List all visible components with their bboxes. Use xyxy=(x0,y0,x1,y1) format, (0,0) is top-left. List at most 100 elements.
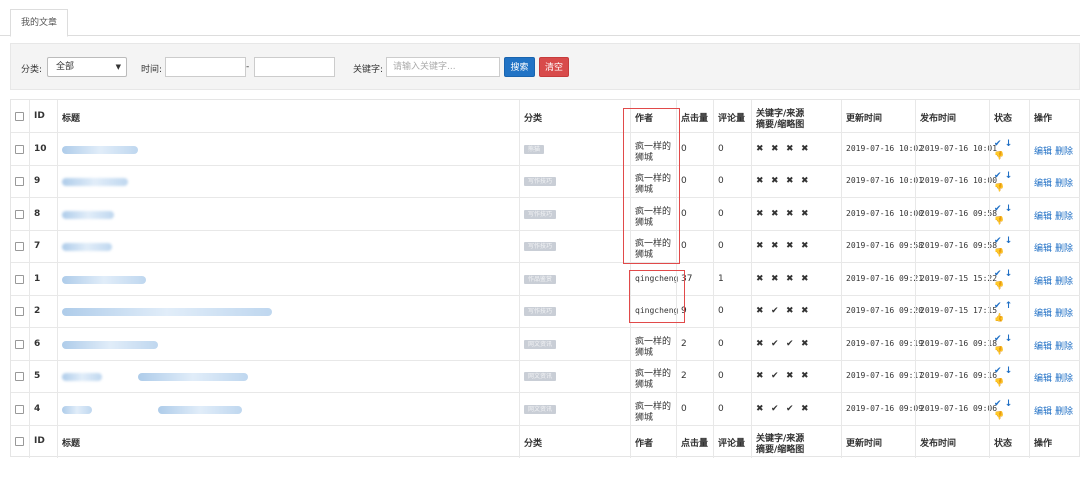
status-approve-move-icons[interactable]: ✔ ↓ xyxy=(994,367,1012,376)
edit-link[interactable]: 编辑 xyxy=(1034,306,1052,319)
row-checkbox[interactable] xyxy=(15,210,24,219)
status-approve-move-icons[interactable]: ✔ ↓ xyxy=(994,400,1012,409)
thumbs-down-icon[interactable]: 👎 xyxy=(994,248,1004,257)
delete-link[interactable]: 删除 xyxy=(1055,339,1073,352)
cross-icon: ✖ xyxy=(801,339,809,349)
thumbs-down-icon[interactable]: 👎 xyxy=(994,281,1004,290)
row-checkbox[interactable] xyxy=(15,275,24,284)
article-title-redacted[interactable] xyxy=(138,373,248,381)
row-checkbox[interactable] xyxy=(15,177,24,186)
select-all-checkbox[interactable] xyxy=(15,112,24,121)
thumbs-down-icon[interactable]: 👎 xyxy=(994,378,1004,387)
updated-time: 2019-07-16 09:17 xyxy=(846,371,924,380)
thumbs-down-icon[interactable]: 👎 xyxy=(994,151,1004,160)
table-cell: ✔ ↓ 👎 xyxy=(989,393,1029,425)
article-title-redacted[interactable] xyxy=(158,406,242,414)
header-id[interactable]: ID xyxy=(34,111,45,121)
header-clicks: 点击量 xyxy=(681,439,709,449)
delete-link[interactable]: 删除 xyxy=(1055,209,1073,222)
table-cell xyxy=(57,263,519,295)
article-title-redacted[interactable] xyxy=(62,243,112,251)
start-date-input[interactable] xyxy=(165,57,246,77)
table-cell: ✖ ✖ ✖ ✖ xyxy=(751,166,841,197)
thumbs-down-icon[interactable]: 👎 xyxy=(994,183,1004,192)
row-checkbox[interactable] xyxy=(15,307,24,316)
status-approve-move-icons[interactable]: ✔ ↓ xyxy=(994,205,1012,214)
thumbs-up-icon[interactable]: 👍 xyxy=(994,313,1004,322)
delete-link[interactable]: 删除 xyxy=(1055,241,1073,254)
table-cell: 7 xyxy=(29,231,57,262)
article-title-redacted[interactable] xyxy=(62,178,128,186)
edit-link[interactable]: 编辑 xyxy=(1034,371,1052,384)
table-row: 4 网文资讯 疯一样的 狮城 0 0 ✖ ✔ ✔ ✖ 2019-07-16 09:09 2019-07… xyxy=(11,393,1080,426)
header-category: 分类 xyxy=(524,114,543,124)
row-checkbox[interactable] xyxy=(15,145,24,154)
edit-link[interactable]: 编辑 xyxy=(1034,241,1052,254)
header-status: 状态 xyxy=(994,114,1013,124)
article-id: 8 xyxy=(34,209,41,219)
thumbs-down-icon[interactable]: 👎 xyxy=(994,346,1004,355)
edit-link[interactable]: 编辑 xyxy=(1034,176,1052,189)
table-cell: 2019-07-15 17:15 xyxy=(915,296,997,327)
article-title-redacted[interactable] xyxy=(62,373,102,381)
article-title-redacted[interactable] xyxy=(62,276,146,284)
header-updated-time: 更新时间 xyxy=(846,439,883,449)
table-cell: 关键字/来源 摘要/缩略图 xyxy=(751,426,841,458)
tab-my-articles[interactable]: 我的文章 xyxy=(10,9,69,37)
article-title-redacted[interactable] xyxy=(62,146,138,154)
edit-link[interactable]: 编辑 xyxy=(1034,339,1052,352)
status-approve-move-icons[interactable]: ✔ ↓ xyxy=(994,172,1012,181)
article-title-redacted[interactable] xyxy=(62,341,158,349)
category-label: 分类: xyxy=(21,65,43,75)
delete-link[interactable]: 删除 xyxy=(1055,144,1073,157)
delete-link[interactable]: 删除 xyxy=(1055,274,1073,287)
row-checkbox[interactable] xyxy=(15,242,24,251)
edit-link[interactable]: 编辑 xyxy=(1034,209,1052,222)
comment-count: 0 xyxy=(718,144,724,154)
row-checkbox[interactable] xyxy=(15,372,24,381)
article-title-redacted[interactable] xyxy=(62,406,92,414)
table-cell: 0 xyxy=(676,231,713,262)
table-cell: ✔ ↓ 👎 xyxy=(989,166,1029,197)
end-date-input[interactable] xyxy=(254,57,335,77)
table-cell: 编辑 删除 xyxy=(1029,393,1080,425)
status-approve-move-icons[interactable]: ✔ ↓ xyxy=(994,270,1012,279)
status-approve-move-icons[interactable]: ✔ ↑ xyxy=(994,302,1012,311)
table-cell xyxy=(57,198,519,230)
delete-link[interactable]: 删除 xyxy=(1055,371,1073,384)
select-all-checkbox[interactable] xyxy=(15,437,24,446)
author-name-line2: 狮城 xyxy=(635,380,654,390)
keyword-input[interactable]: 请输入关键字... xyxy=(386,57,500,77)
status-approve-move-icons[interactable]: ✔ ↓ xyxy=(994,237,1012,246)
table-row: 10 熊猫 疯一样的 狮城 0 0 ✖ ✖ ✖ ✖ 2019-07-16 10:02 2019-07-… xyxy=(11,133,1080,166)
delete-link[interactable]: 删除 xyxy=(1055,176,1073,189)
search-button[interactable]: 搜索 xyxy=(504,57,535,77)
category-badge: 网文资讯 xyxy=(524,405,557,414)
article-title-redacted[interactable] xyxy=(62,211,114,219)
edit-link[interactable]: 编辑 xyxy=(1034,144,1052,157)
table-cell xyxy=(11,133,29,165)
cross-icon: ✖ xyxy=(801,371,809,381)
status-approve-move-icons[interactable]: ✔ ↓ xyxy=(994,335,1012,344)
table-cell: 5 xyxy=(29,361,57,392)
category-select[interactable]: 全部 ▼ xyxy=(47,57,127,77)
header-id[interactable]: ID xyxy=(34,436,45,446)
table-header-row: ID 标题 分类 作者 点击量 评论量 关键字/来源 摘要/缩略图 更新时间 发布时间 状态 操作 xyxy=(11,100,1080,133)
delete-link[interactable]: 删除 xyxy=(1055,306,1073,319)
row-checkbox[interactable] xyxy=(15,340,24,349)
table-cell: 编辑 删除 xyxy=(1029,166,1080,197)
updated-time: 2019-07-16 09:21 xyxy=(846,274,924,283)
thumbs-down-icon[interactable]: 👎 xyxy=(994,216,1004,225)
edit-link[interactable]: 编辑 xyxy=(1034,404,1052,417)
delete-link[interactable]: 删除 xyxy=(1055,404,1073,417)
cross-icon: ✖ xyxy=(786,306,794,316)
status-approve-move-icons[interactable]: ✔ ↓ xyxy=(994,140,1012,149)
thumbs-down-icon[interactable]: 👎 xyxy=(994,411,1004,420)
clear-button[interactable]: 清空 xyxy=(539,57,569,77)
row-checkbox[interactable] xyxy=(15,405,24,414)
cross-icon: ✖ xyxy=(756,274,764,284)
table-cell: 2019-07-16 10:01 xyxy=(915,133,997,165)
article-title-redacted[interactable] xyxy=(62,308,272,316)
cross-icon: ✖ xyxy=(801,241,809,251)
edit-link[interactable]: 编辑 xyxy=(1034,274,1052,287)
